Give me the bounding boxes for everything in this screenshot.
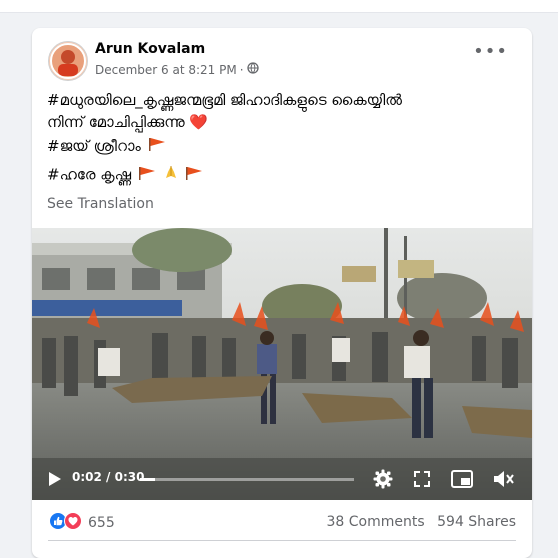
reactions-summary[interactable]: 655 <box>49 512 115 534</box>
post-meta: December 6 at 8:21 PM · <box>95 62 259 77</box>
flag-icon <box>148 136 166 157</box>
post-timestamp[interactable]: December 6 at 8:21 PM <box>95 63 237 77</box>
flag-icon <box>185 165 203 186</box>
current-time: 0:02 <box>72 470 102 484</box>
duration: 0:30 <box>114 470 145 484</box>
see-translation-link[interactable]: See Translation <box>47 196 154 212</box>
progress-bar[interactable] <box>140 478 354 481</box>
mute-icon[interactable] <box>493 470 515 492</box>
hashtag-hare-krishna[interactable]: #ഹരേ കൃഷ്ണ <box>47 166 131 184</box>
picture-in-picture-icon[interactable] <box>451 470 473 492</box>
engagement-stats: 38 Comments 594 Shares <box>319 514 516 530</box>
folded-hands-icon <box>163 164 179 186</box>
reaction-count: 655 <box>88 515 115 531</box>
progress-fill <box>140 478 155 481</box>
post-text-line-1: #മധുരയിലെ_കൃഷ്ണജന്മഭൂമി ജിഹാദികളുടെ കൈയ്… <box>47 91 402 109</box>
video-timer: 0:02 / 0:30 <box>72 470 145 484</box>
post-text-line-4: #ഹരേ കൃഷ്ണ <box>47 164 517 186</box>
flag-icon <box>138 165 156 186</box>
video-player[interactable]: 0:02 / 0:30 <box>32 228 532 500</box>
love-reaction-icon <box>64 512 82 534</box>
comments-count[interactable]: 38 Comments <box>327 514 425 530</box>
play-icon[interactable] <box>48 471 62 491</box>
settings-icon[interactable] <box>373 469 393 493</box>
expand-icon[interactable] <box>413 470 431 492</box>
avatar[interactable] <box>48 41 88 81</box>
post-text-line-2: നിന്ന് മോചിപ്പിക്കുന്നു ❤️ <box>47 113 209 131</box>
hashtag-jai-shriram[interactable]: #ജയ് ശ്രീറാം <box>47 137 141 155</box>
post-footer: 655 38 Comments 594 Shares <box>32 506 532 538</box>
globe-icon[interactable] <box>246 62 259 77</box>
footer-divider <box>48 540 516 541</box>
more-options-icon[interactable]: ••• <box>473 43 508 61</box>
video-controls: 0:02 / 0:30 <box>32 458 532 500</box>
top-bar <box>0 0 558 13</box>
author-name[interactable]: Arun Kovalam <box>95 41 205 57</box>
meta-separator: · <box>239 62 244 77</box>
post-card: Arun Kovalam December 6 at 8:21 PM · •••… <box>32 28 532 558</box>
post-text-line-3: #ജയ് ശ്രീറാം <box>47 136 517 157</box>
shares-count[interactable]: 594 Shares <box>437 514 516 530</box>
